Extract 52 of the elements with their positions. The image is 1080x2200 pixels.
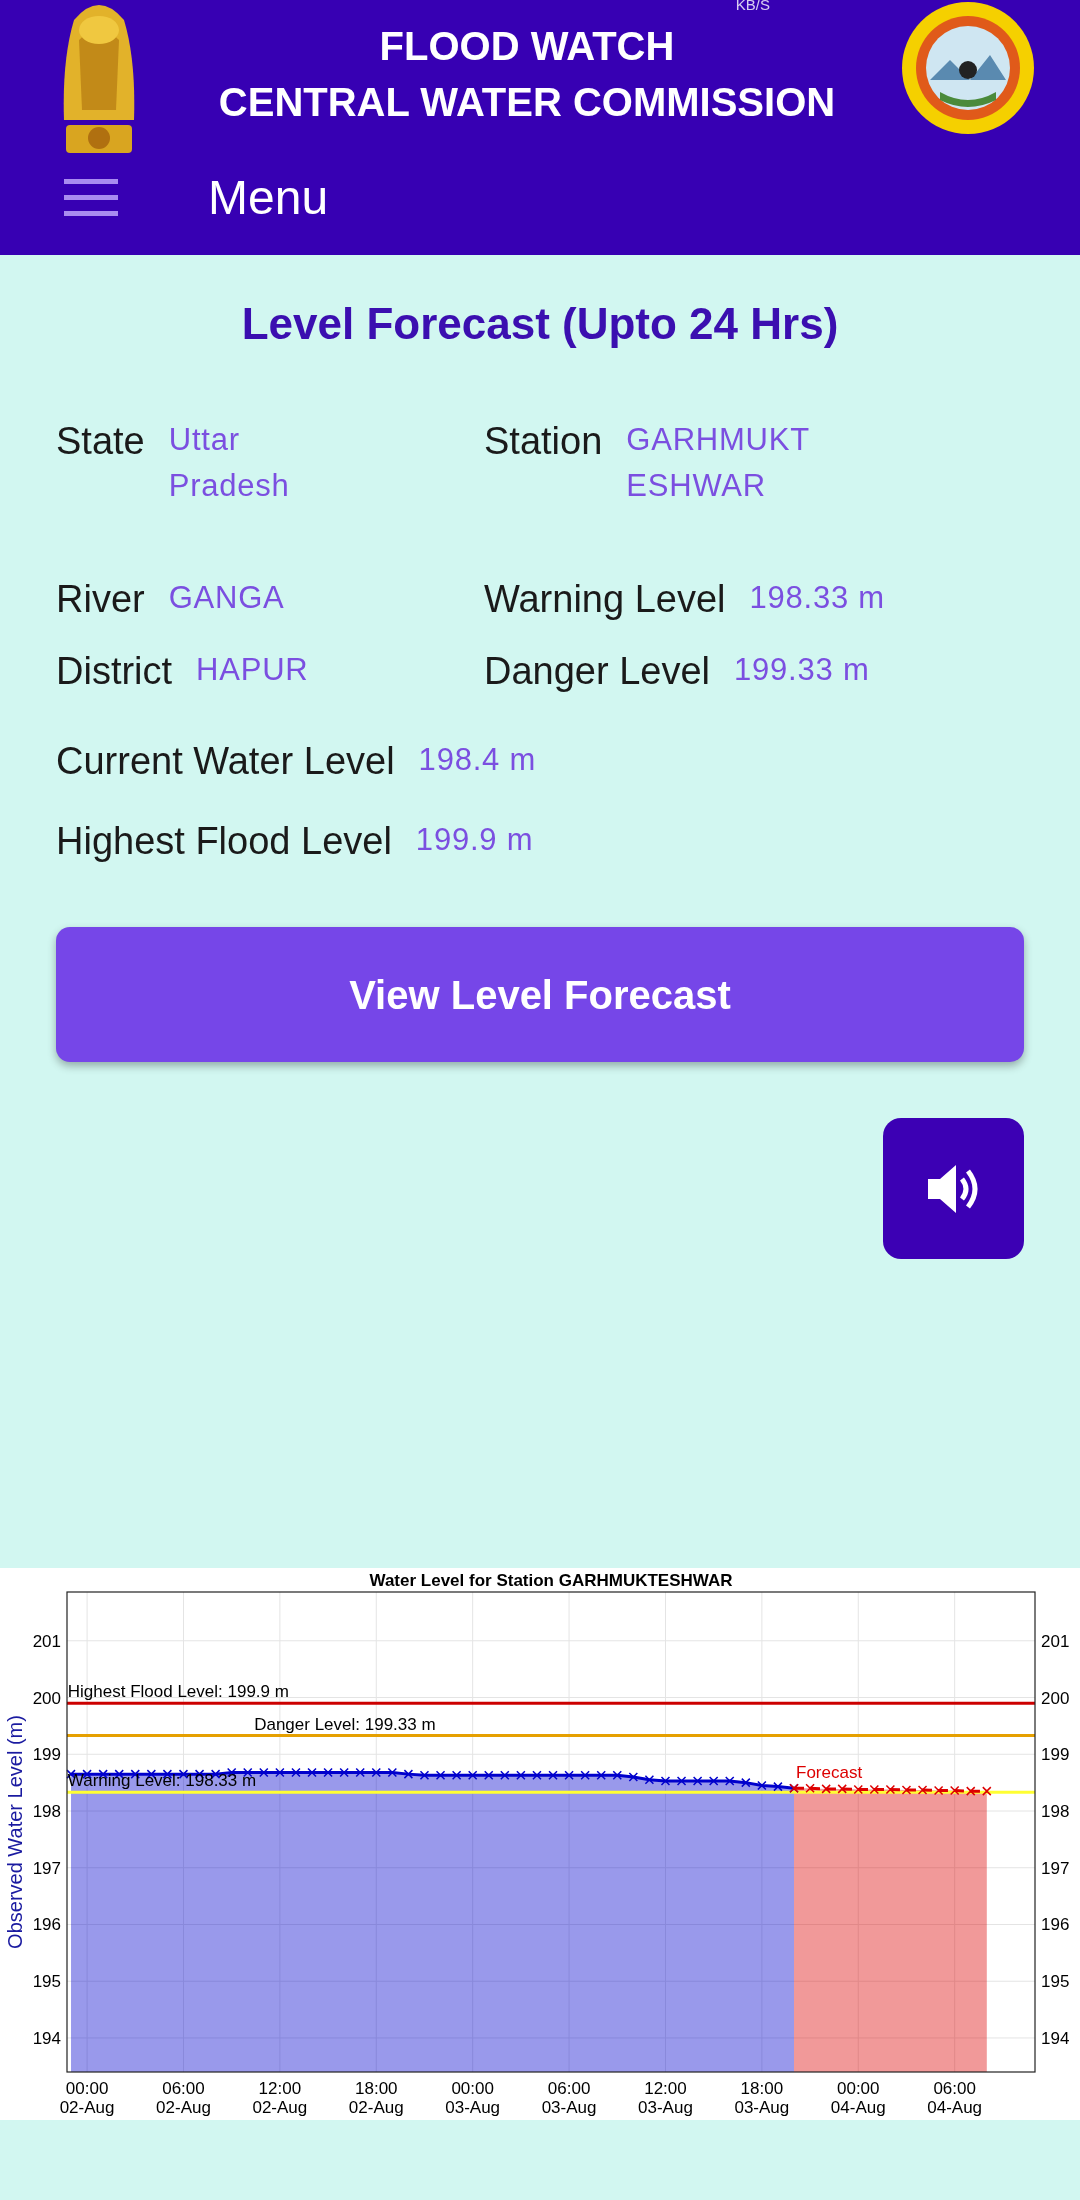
field-value: 198.4 m [418, 741, 537, 779]
field-label: Station [484, 419, 603, 464]
y-tick-label: 195 [32, 1972, 61, 1992]
x-tick-label: 18:00 02-Aug [348, 2079, 404, 2117]
y-tick-label: 194 [1041, 2028, 1070, 2048]
x-tick-label: 18:00 03-Aug [734, 2079, 790, 2117]
field-label: Current Water Level [56, 739, 395, 784]
field-value: GARHMUKTESHWAR [626, 421, 811, 505]
field-label: Warning Level [484, 577, 726, 622]
x-tick-label: 06:00 03-Aug [541, 2079, 597, 2117]
y-tick-label: 198 [1041, 1802, 1070, 1821]
field-label: State [56, 419, 145, 464]
y-tick-label: 200 [32, 1688, 61, 1708]
y-tick-label: 196 [1041, 1915, 1070, 1935]
x-tick-label: 12:00 03-Aug [638, 2079, 693, 2117]
field-value: 199.33 m [734, 651, 870, 689]
app-title: FLOOD WATCH [379, 23, 675, 70]
y-tick-label: 195 [1041, 1972, 1070, 1992]
field-label: District [56, 649, 173, 694]
field-value: 199.9 m [415, 821, 534, 859]
x-tick-label: 12:00 02-Aug [252, 2079, 308, 2117]
page-title: Level Forecast (Upto 24 Hrs) [240, 298, 840, 350]
level-annotation: Highest Flood Level: 199.9 m [67, 1682, 289, 1702]
y-tick-label: 197 [32, 1858, 61, 1878]
level-annotation: Danger Level: 199.33 m [254, 1714, 436, 1734]
x-tick-label: 06:00 02-Aug [156, 2079, 211, 2117]
level-annotation: Warning Level: 198.33 m [67, 1771, 257, 1791]
network-speed: KB/S [735, 0, 770, 15]
y-tick-label: 201 [32, 1631, 61, 1651]
x-tick-label: 00:00 02-Aug [59, 2079, 115, 2117]
field-value: GANGA [168, 579, 285, 617]
y-tick-label: 200 [1041, 1688, 1070, 1708]
field-value: Uttar Pradesh [168, 421, 291, 505]
field-label: River [56, 577, 145, 622]
field-value: HAPUR [196, 651, 309, 689]
y-tick-label: 197 [1041, 1858, 1070, 1878]
y-tick-label: 201 [1041, 1631, 1070, 1651]
field-label: Danger Level [484, 649, 711, 694]
chart-title: Water Level for Station GARHMUKTESHWAR [369, 1571, 733, 1590]
y-tick-label: 199 [32, 1745, 61, 1765]
y-tick-label: 199 [1041, 1745, 1070, 1765]
app-title: CENTRAL WATER COMMISSION [218, 79, 836, 126]
y-tick-label: 198 [32, 1802, 61, 1821]
y-tick-label: 196 [32, 1915, 61, 1935]
x-tick-label: 00:00 04-Aug [830, 2079, 886, 2117]
x-tick-label: 06:00 04-Aug [927, 2079, 983, 2117]
field-value: 198.33 m [749, 579, 885, 617]
series-label: Forecast [796, 1763, 863, 1783]
y-tick-label: 194 [32, 2028, 61, 2048]
y-axis-label: Observed Water Level (m) [4, 1715, 26, 1949]
x-tick-label: 00:00 03-Aug [445, 2079, 501, 2117]
field-label: Highest Flood Level [56, 819, 392, 864]
